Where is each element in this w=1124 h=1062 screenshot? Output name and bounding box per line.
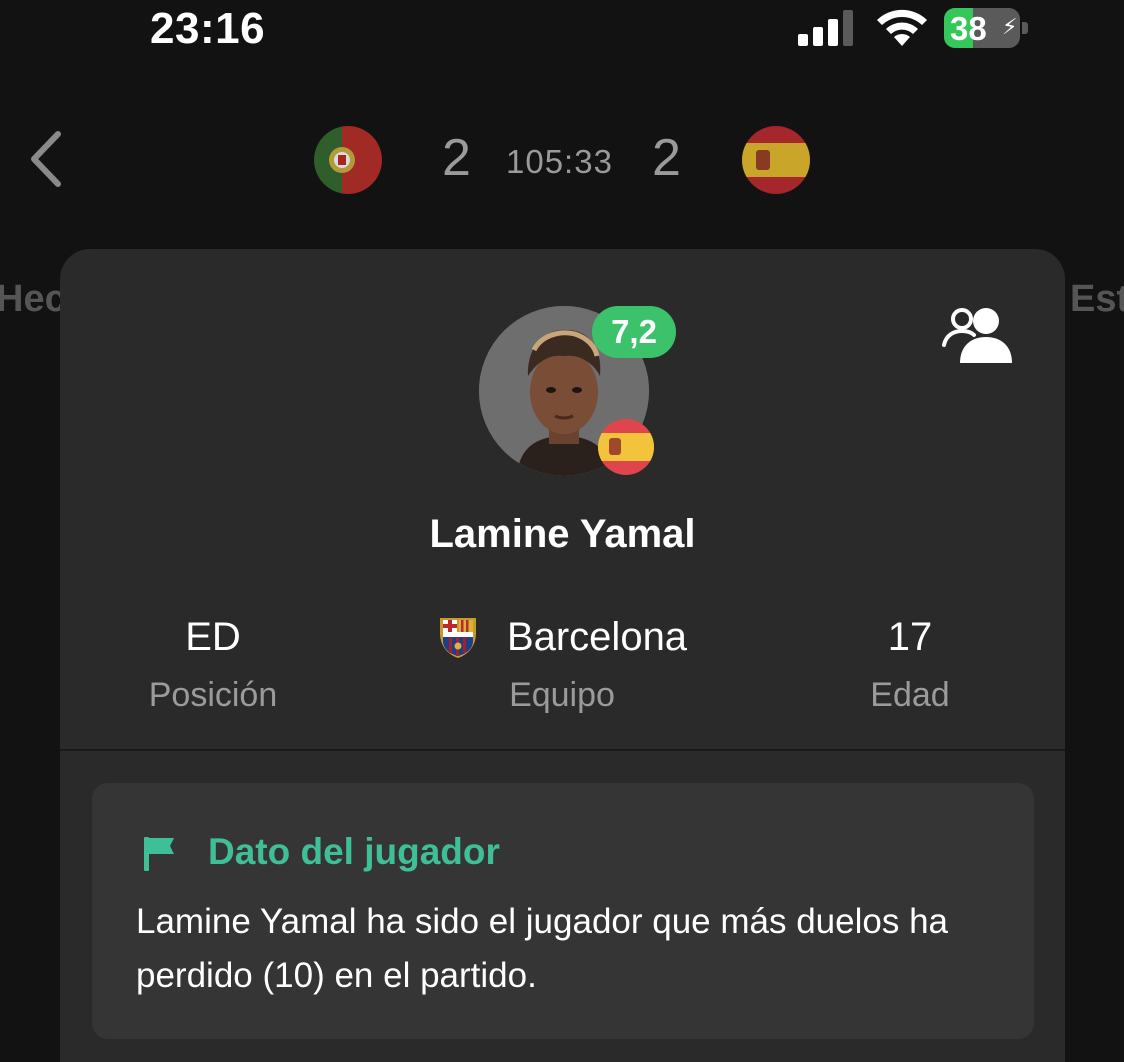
position-stat: ED Posición bbox=[113, 613, 313, 715]
player-rating-badge: 7,2 bbox=[592, 306, 676, 358]
age-label: Edad bbox=[870, 676, 950, 714]
fact-text: Lamine Yamal ha sido el jugador que más … bbox=[136, 902, 949, 995]
battery-indicator: 38 ⚡ bbox=[944, 8, 1030, 48]
spain-nationality-flag-icon bbox=[598, 419, 654, 475]
team-stat[interactable]: Barcelona Equipo bbox=[422, 613, 702, 715]
barcelona-crest-icon bbox=[439, 618, 476, 658]
battery-percent: 38 bbox=[950, 10, 987, 47]
section-divider bbox=[60, 749, 1065, 751]
charging-bolt-icon: ⚡ bbox=[1002, 14, 1018, 39]
wifi-icon bbox=[877, 9, 927, 46]
age-value: 17 bbox=[887, 615, 933, 659]
team-label: Equipo bbox=[509, 676, 615, 714]
portugal-flag-icon bbox=[314, 126, 382, 194]
position-value: ED bbox=[185, 615, 241, 659]
back-chevron-icon[interactable] bbox=[24, 126, 68, 192]
tab-partial-left[interactable]: Hec bbox=[0, 278, 66, 321]
spain-flag-icon bbox=[742, 126, 810, 194]
age-stat: 17 Edad bbox=[810, 613, 1010, 715]
compare-players-icon[interactable] bbox=[940, 305, 1016, 365]
position-label: Posición bbox=[148, 676, 278, 714]
cellular-signal-icon bbox=[798, 10, 853, 46]
player-name: Lamine Yamal bbox=[429, 512, 696, 556]
status-bar: 23:16 38 ⚡ bbox=[0, 0, 1124, 62]
team-value: Barcelona bbox=[506, 615, 688, 659]
flag-icon bbox=[144, 837, 174, 871]
player-fact-box: Dato del jugador Lamine Yamal ha sido el… bbox=[92, 783, 1034, 1039]
away-score: 2 bbox=[652, 129, 681, 187]
fact-title: Dato del jugador bbox=[208, 831, 500, 872]
home-score: 2 bbox=[442, 129, 471, 187]
match-clock: 105:33 bbox=[506, 143, 613, 180]
status-time: 23:16 bbox=[150, 4, 266, 53]
player-card: 7,2 Lamine Yamal ED Posición Barcelona E… bbox=[60, 249, 1065, 1062]
tab-partial-right[interactable]: Est bbox=[1070, 278, 1124, 321]
